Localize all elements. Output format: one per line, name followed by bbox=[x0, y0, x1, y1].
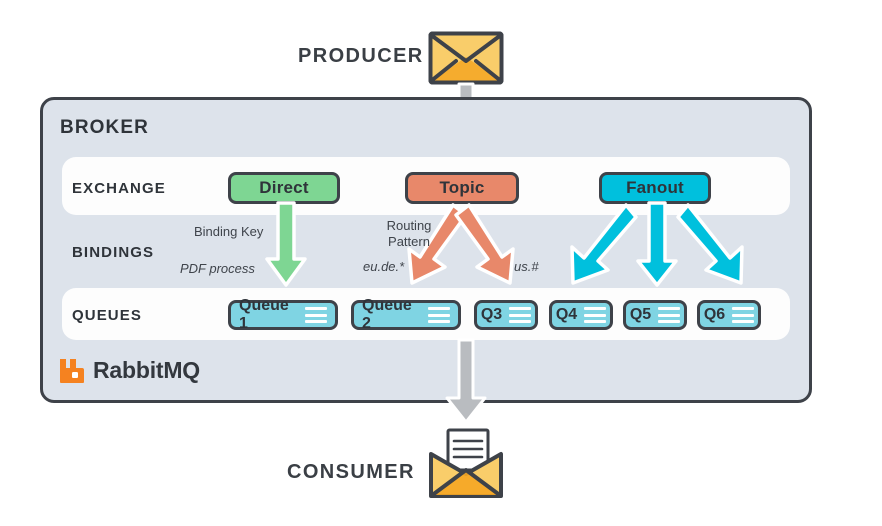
queue-item-5[interactable]: Q5 bbox=[623, 300, 687, 330]
routing-pattern-value-right: us.# bbox=[514, 259, 539, 274]
queue-stack-icon bbox=[428, 307, 450, 323]
routing-pattern-caption-line1: Routing bbox=[386, 218, 432, 233]
binding-arrow-topic-q3 bbox=[452, 203, 524, 291]
producer-label: PRODUCER bbox=[298, 45, 424, 67]
binding-arrow-direct-queue1 bbox=[264, 201, 308, 291]
exchange-topic-label: Topic bbox=[439, 178, 485, 197]
consumer-label: CONSUMER bbox=[287, 461, 415, 483]
queue-item-3[interactable]: Q3 bbox=[474, 300, 538, 330]
binding-arrow-fanout-q4 bbox=[560, 203, 638, 291]
queue-item-5-label: Q5 bbox=[629, 306, 652, 323]
queue-stack-icon bbox=[584, 307, 607, 323]
flow-arrow-broker-to-consumer bbox=[443, 338, 489, 428]
routing-pattern-caption-line2: Pattern bbox=[388, 234, 430, 249]
queues-row-label: QUEUES bbox=[72, 307, 142, 324]
queue-item-4[interactable]: Q4 bbox=[549, 300, 613, 330]
queue-item-4-label: Q4 bbox=[555, 306, 578, 323]
binding-key-caption: Binding Key bbox=[194, 224, 264, 239]
queue-item-3-label: Q3 bbox=[480, 306, 503, 323]
binding-key-value: PDF process bbox=[180, 261, 255, 276]
binding-arrow-fanout-q6 bbox=[676, 203, 754, 291]
queue-item-1[interactable]: Queue 1 bbox=[228, 297, 338, 332]
exchange-row-label: EXCHANGE bbox=[72, 180, 166, 197]
queue-item-1-label: Queue 1 bbox=[239, 297, 289, 332]
queue-item-6-label: Q6 bbox=[703, 306, 726, 323]
queue-stack-icon bbox=[305, 307, 327, 323]
exchange-fanout[interactable]: Fanout bbox=[599, 172, 711, 204]
queue-item-2-label: Queue 2 bbox=[362, 297, 412, 332]
exchange-direct-label: Direct bbox=[259, 178, 309, 197]
exchange-topic[interactable]: Topic bbox=[405, 172, 519, 204]
rabbitmq-brand: RabbitMQ bbox=[58, 357, 200, 384]
rabbitmq-wordmark: RabbitMQ bbox=[93, 357, 200, 383]
queue-item-2[interactable]: Queue 2 bbox=[351, 297, 461, 332]
envelope-closed-icon bbox=[428, 31, 504, 85]
bindings-row-label: BINDINGS bbox=[72, 244, 155, 261]
exchange-direct[interactable]: Direct bbox=[228, 172, 340, 204]
queue-item-6[interactable]: Q6 bbox=[697, 300, 761, 330]
rabbitmq-logo-icon bbox=[58, 358, 84, 384]
exchange-fanout-label: Fanout bbox=[626, 178, 684, 197]
envelope-open-letter-icon bbox=[428, 428, 504, 500]
diagram-canvas: PRODUCER BROKER EXCHANGE BINDINGS QUEUES… bbox=[0, 0, 882, 526]
queue-stack-icon bbox=[509, 307, 532, 323]
routing-pattern-value-left: eu.de.* bbox=[363, 259, 405, 274]
queue-stack-icon bbox=[658, 307, 681, 323]
queue-stack-icon bbox=[732, 307, 755, 323]
binding-arrow-fanout-q5 bbox=[635, 201, 679, 291]
broker-title: BROKER bbox=[60, 117, 149, 138]
